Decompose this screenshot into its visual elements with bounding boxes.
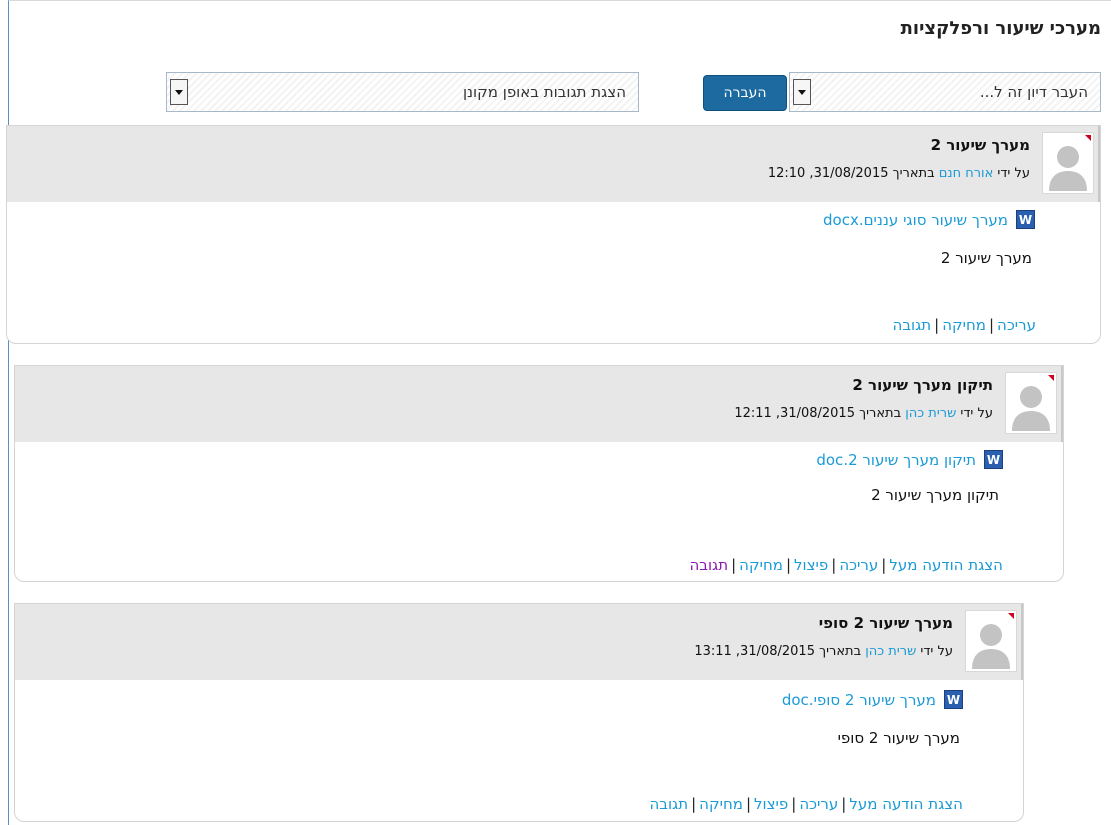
attachment-link[interactable]: W מערך שיעור 2 סופי.doc bbox=[782, 690, 963, 709]
author-link[interactable]: שרית כהן bbox=[905, 406, 956, 421]
edit-link[interactable]: עריכה bbox=[839, 556, 878, 574]
post-meta: על ידי אורח חנם בתאריך 31/08/2015, 12:10 bbox=[768, 166, 1030, 181]
split-link[interactable]: פיצול bbox=[794, 556, 828, 574]
post-body: מערך שיעור 2 bbox=[940, 249, 1032, 267]
attachment-filename[interactable]: מערך שיעור סוגי עננים.docx bbox=[823, 211, 1008, 229]
forum-post: מערך שיעור 2 סופי על ידי שרית כהן בתאריך… bbox=[14, 603, 1024, 822]
forum-frame: מערכי שיעור ורפלקציות העבר דיון זה ל... … bbox=[6, 0, 1111, 825]
edit-link[interactable]: עריכה bbox=[799, 795, 838, 813]
user-avatar-icon[interactable] bbox=[965, 610, 1017, 672]
delete-link[interactable]: מחיקה bbox=[942, 316, 986, 334]
attachment-filename[interactable]: מערך שיעור 2 סופי.doc bbox=[782, 691, 936, 709]
post-meta: על ידי שרית כהן בתאריך 31/08/2015, 13:11 bbox=[694, 644, 953, 659]
move-discussion-select-value: העבר דיון זה ל... bbox=[979, 83, 1088, 101]
delete-link[interactable]: מחיקה bbox=[699, 795, 743, 813]
display-mode-select[interactable]: הצגת תגובות באופן מקונן bbox=[166, 72, 639, 112]
post-body: מערך שיעור 2 סופי bbox=[837, 729, 960, 747]
by-label: על ידי bbox=[997, 166, 1030, 181]
post-header: מערך שיעור 2 סופי על ידי שרית כהן בתאריך… bbox=[15, 604, 1023, 680]
by-label: על ידי bbox=[960, 406, 993, 421]
post-subject: מערך שיעור 2 סופי bbox=[818, 614, 953, 632]
forum-post: תיקון מערך שיעור 2 על ידי שרית כהן בתארי… bbox=[14, 365, 1064, 582]
user-avatar-icon[interactable] bbox=[1005, 372, 1057, 434]
post-subject: מערך שיעור 2 bbox=[930, 136, 1030, 154]
move-discussion-select[interactable]: העבר דיון זה ל... bbox=[789, 72, 1101, 112]
by-label: על ידי bbox=[920, 644, 953, 659]
post-commands: עריכה|מחיקה|תגובה bbox=[892, 316, 1036, 334]
post-header: מערך שיעור 2 על ידי אורח חנם בתאריך 31/0… bbox=[7, 126, 1100, 202]
word-document-icon: W bbox=[944, 690, 963, 709]
post-date: בתאריך 31/08/2015, 12:11 bbox=[734, 406, 902, 421]
show-parent-link[interactable]: הצגת הודעה מעל bbox=[889, 556, 1003, 574]
post-date: בתאריך 31/08/2015, 12:10 bbox=[767, 166, 935, 181]
word-document-icon: W bbox=[1016, 210, 1035, 229]
page-title: מערכי שיעור ורפלקציות bbox=[900, 18, 1101, 39]
forum-post: מערך שיעור 2 על ידי אורח חנם בתאריך 31/0… bbox=[6, 125, 1101, 344]
post-date: בתאריך 31/08/2015, 13:11 bbox=[694, 644, 862, 659]
display-mode-select-value: הצגת תגובות באופן מקונן bbox=[462, 83, 626, 101]
attachment-filename[interactable]: תיקון מערך שיעור 2.doc bbox=[816, 451, 976, 469]
reply-link[interactable]: תגובה bbox=[893, 316, 932, 334]
attachment-link[interactable]: W מערך שיעור סוגי עננים.docx bbox=[823, 210, 1035, 229]
author-link[interactable]: שרית כהן bbox=[865, 644, 916, 659]
user-avatar-icon[interactable] bbox=[1042, 132, 1094, 194]
post-body: תיקון מערך שיעור 2 bbox=[871, 486, 999, 504]
split-link[interactable]: פיצול bbox=[754, 795, 788, 813]
post-commands: הצגת הודעה מעל|עריכה|פיצול|מחיקה|תגובה bbox=[689, 556, 1004, 574]
post-header: תיקון מערך שיעור 2 על ידי שרית כהן בתארי… bbox=[15, 366, 1063, 442]
move-button[interactable]: העברה bbox=[703, 75, 787, 111]
post-subject: תיקון מערך שיעור 2 bbox=[852, 376, 993, 394]
delete-link[interactable]: מחיקה bbox=[739, 556, 783, 574]
word-document-icon: W bbox=[984, 450, 1003, 469]
author-link[interactable]: אורח חנם bbox=[939, 166, 994, 181]
chevron-down-icon[interactable] bbox=[793, 79, 811, 105]
chevron-down-icon[interactable] bbox=[170, 79, 188, 105]
reply-link[interactable]: תגובה bbox=[690, 556, 729, 574]
reply-link[interactable]: תגובה bbox=[650, 795, 689, 813]
attachment-link[interactable]: W תיקון מערך שיעור 2.doc bbox=[816, 450, 1003, 469]
show-parent-link[interactable]: הצגת הודעה מעל bbox=[849, 795, 963, 813]
edit-link[interactable]: עריכה bbox=[997, 316, 1036, 334]
post-meta: על ידי שרית כהן בתאריך 31/08/2015, 12:11 bbox=[734, 406, 993, 421]
post-commands: הצגת הודעה מעל|עריכה|פיצול|מחיקה|תגובה bbox=[649, 795, 964, 813]
